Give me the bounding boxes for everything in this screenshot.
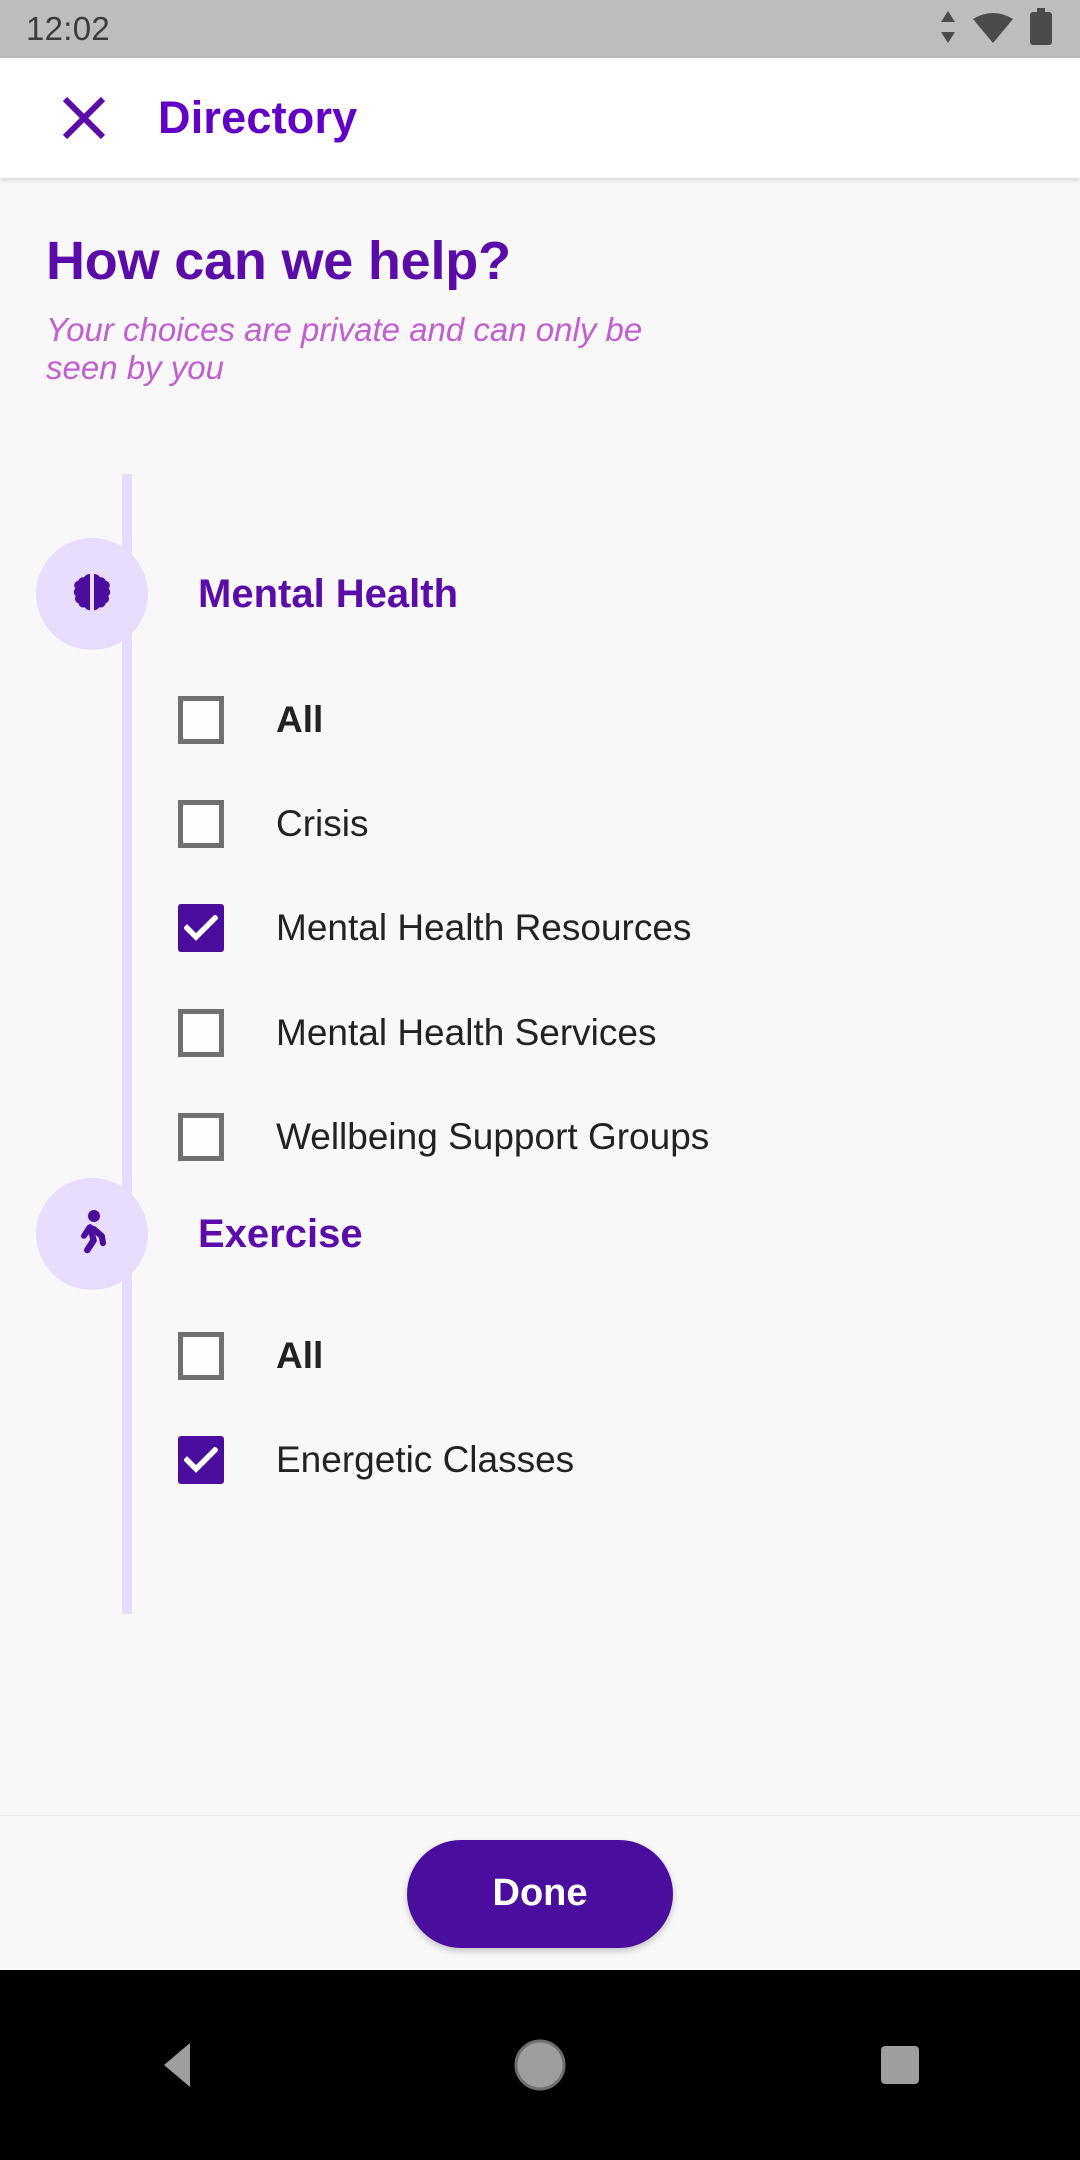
privacy-note: Your choices are private and can only be… (46, 311, 643, 387)
option-label: All (276, 1335, 324, 1376)
app-bar: Directory (0, 58, 1080, 178)
checkbox-unchecked[interactable] (178, 1009, 224, 1057)
back-triangle-icon (164, 2043, 190, 2087)
category-label: Mental Health (198, 571, 459, 616)
category-header-exercise[interactable]: Exercise (36, 1178, 363, 1290)
option-row-crisis[interactable]: Crisis (178, 800, 368, 848)
footer-bar: Done (0, 1815, 1080, 1971)
battery-icon (1028, 7, 1054, 51)
option-row-mental-health-resources[interactable]: Mental Health Resources (178, 904, 691, 952)
wifi-icon (971, 9, 1015, 50)
option-label: Energetic Classes (276, 1439, 575, 1480)
option-row-mental-health-services[interactable]: Mental Health Services (178, 1009, 656, 1057)
category-icon-bubble (36, 1178, 148, 1290)
status-bar-icons (938, 7, 1054, 51)
category-icon-bubble (36, 538, 148, 650)
data-transfer-icon (938, 9, 958, 50)
checkmark-icon (184, 915, 218, 941)
section-heading: How can we help? (46, 231, 511, 291)
scroll-content[interactable]: How can we help? Your choices are privat… (0, 178, 1080, 1815)
nav-back-button[interactable] (90, 2000, 270, 2130)
page-title: Directory (158, 92, 358, 143)
option-label: Mental Health Resources (276, 907, 692, 948)
done-button[interactable]: Done (407, 1839, 673, 1948)
checkbox-unchecked[interactable] (178, 1113, 224, 1161)
option-label: Mental Health Services (276, 1012, 657, 1053)
walking-person-icon (81, 1210, 107, 1254)
checkbox-unchecked[interactable] (178, 800, 224, 848)
category-header-mental-health[interactable]: Mental Health (36, 538, 458, 650)
option-row-energetic-classes[interactable]: Energetic Classes (178, 1436, 574, 1484)
checkbox-checked[interactable] (178, 904, 224, 952)
nav-home-button[interactable] (450, 2000, 630, 2130)
android-nav-bar (0, 1970, 1080, 2160)
option-row-exercise-all[interactable]: All (178, 1332, 323, 1380)
brain-icon (73, 574, 111, 611)
home-circle-icon (514, 2039, 566, 2091)
checkmark-icon (184, 1447, 218, 1473)
checkbox-checked[interactable] (178, 1436, 224, 1484)
recents-square-icon (881, 2046, 919, 2084)
close-icon (62, 96, 106, 140)
close-button[interactable] (36, 70, 132, 166)
checkbox-unchecked[interactable] (178, 696, 224, 744)
nav-recents-button[interactable] (810, 2000, 990, 2130)
option-label: Crisis (276, 803, 369, 844)
category-label: Exercise (198, 1211, 363, 1256)
option-label: Wellbeing Support Groups (276, 1116, 710, 1157)
option-row-mental-health-all[interactable]: All (178, 696, 323, 744)
option-label: All (276, 699, 324, 740)
option-row-wellbeing-support-groups[interactable]: Wellbeing Support Groups (178, 1113, 709, 1161)
status-bar: 12:02 (0, 0, 1080, 58)
checkbox-unchecked[interactable] (178, 1332, 224, 1380)
status-bar-time: 12:02 (26, 10, 111, 47)
